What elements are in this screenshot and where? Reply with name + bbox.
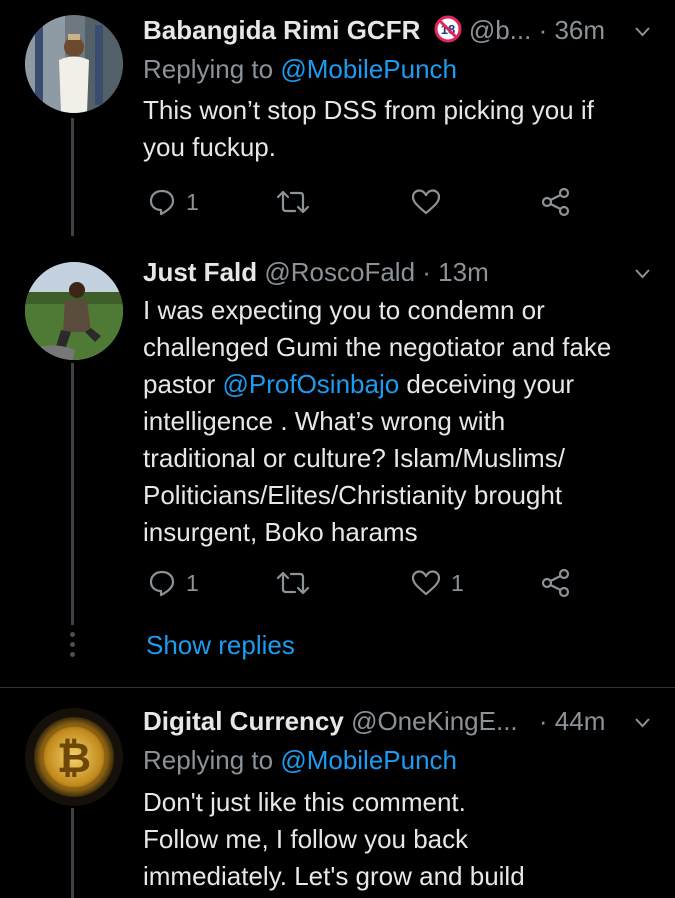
timestamp[interactable]: · 44m — [539, 706, 605, 736]
chevron-down-icon[interactable] — [635, 266, 650, 281]
tweet-text: I was expecting you to condemn or challe… — [143, 295, 612, 547]
handle[interactable]: @b... — [469, 15, 532, 45]
reply-icon — [149, 189, 175, 216]
svg-text:₿: ₿ — [57, 733, 91, 782]
reply-button[interactable]: 1 — [148, 567, 199, 599]
heart-icon — [411, 570, 441, 596]
handle[interactable]: @RoscoFald — [264, 257, 415, 287]
display-name[interactable]: Just Fald — [143, 257, 257, 287]
timestamp[interactable]: · 36m — [539, 15, 605, 45]
retweet-button[interactable] — [276, 567, 310, 599]
handle[interactable]: @OneKingE... — [351, 706, 518, 736]
chevron-down-icon[interactable] — [635, 715, 650, 730]
mention-link[interactable]: @MobilePunch — [280, 745, 457, 775]
like-button[interactable]: 1 — [411, 567, 464, 599]
age-restricted-badge-icon: 18 — [434, 15, 462, 49]
reply-icon — [149, 570, 175, 597]
avatar[interactable] — [25, 262, 123, 360]
thread-line — [71, 118, 74, 236]
mention-link[interactable]: @MobilePunch — [280, 54, 457, 84]
retweet-button[interactable] — [276, 186, 310, 218]
share-button[interactable] — [541, 567, 571, 599]
like-button[interactable] — [411, 186, 441, 218]
avatar[interactable] — [25, 15, 123, 113]
heart-icon — [411, 189, 441, 215]
tweet-header: Babangida Rimi GCFR 18 @b... · 36m — [143, 15, 655, 49]
tweet-header: Digital Currency @OneKingE... · 44m — [143, 706, 655, 736]
more-replies-dots-icon — [68, 632, 76, 662]
tweet-actions: 1 — [143, 186, 593, 218]
chevron-down-icon[interactable] — [635, 24, 650, 39]
reply-count: 1 — [186, 188, 199, 215]
timestamp[interactable]: · 13m — [422, 257, 488, 287]
tweet-actions: 1 1 — [143, 567, 593, 599]
share-icon — [541, 187, 570, 217]
replying-to: Replying to @MobilePunch — [143, 54, 458, 84]
share-button[interactable] — [541, 186, 571, 218]
tweet-text: This won’t stop DSS from picking you if … — [143, 95, 594, 162]
tweet-header: Just Fald @RoscoFald · 13m — [143, 257, 655, 287]
reply-button[interactable]: 1 — [148, 186, 199, 218]
reply-count: 1 — [186, 569, 199, 596]
avatar[interactable]: ₿ — [25, 708, 123, 806]
show-replies-link[interactable]: Show replies — [146, 630, 295, 661]
mention-link[interactable]: @ProfOsinbajo — [223, 369, 400, 399]
retweet-icon — [276, 571, 310, 595]
like-count: 1 — [451, 569, 464, 596]
thread-line — [71, 363, 74, 625]
tweet-text: Don't just like this comment. Follow me,… — [143, 787, 525, 891]
divider — [0, 687, 675, 688]
display-name[interactable]: Digital Currency — [143, 706, 344, 736]
retweet-icon — [276, 190, 310, 214]
share-icon — [541, 568, 570, 598]
thread-line — [71, 808, 74, 898]
display-name[interactable]: Babangida Rimi GCFR — [143, 15, 420, 45]
replying-to: Replying to @MobilePunch — [143, 745, 458, 775]
